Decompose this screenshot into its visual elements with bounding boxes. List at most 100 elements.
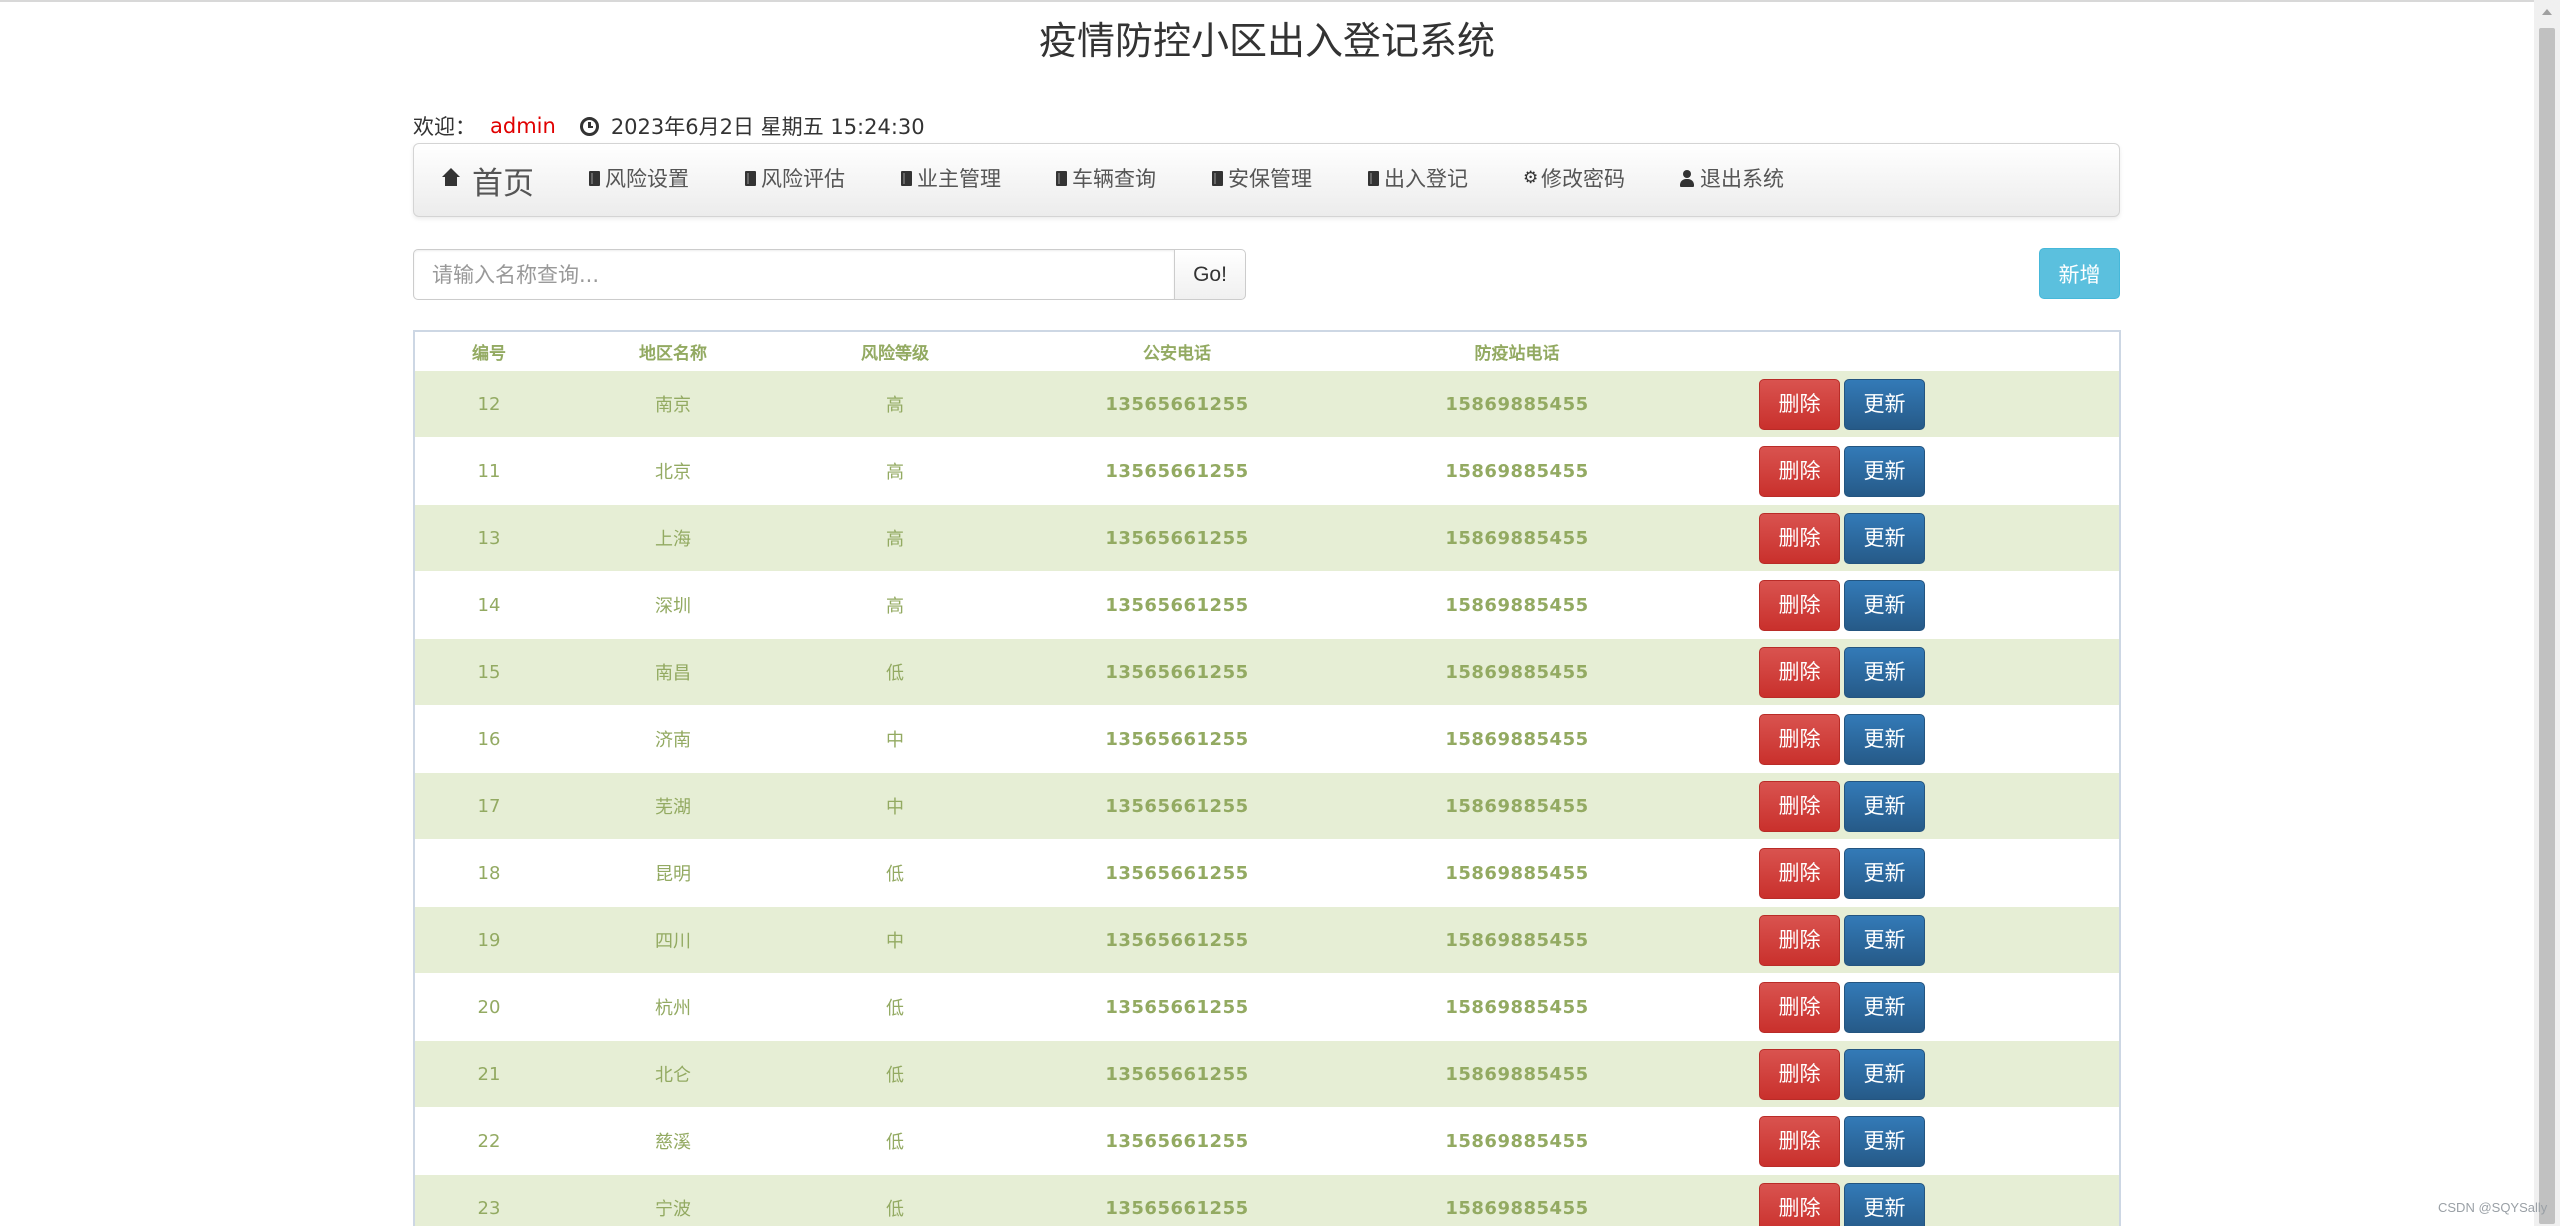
cell-station-phone: 15869885455 <box>1347 371 1687 438</box>
user-icon <box>1679 169 1695 187</box>
update-button[interactable]: 更新 <box>1844 1182 1925 1226</box>
delete-button[interactable]: 删除 <box>1759 847 1840 899</box>
delete-button[interactable]: 删除 <box>1759 713 1840 765</box>
nav-item-label: 退出系统 <box>1700 167 1784 191</box>
table-row: 20 杭州低 13565661255 15869885455 删除 更新 <box>415 973 2119 1041</box>
cell-actions: 删除 更新 <box>1687 1107 2119 1175</box>
delete-button[interactable]: 删除 <box>1759 646 1840 698</box>
clock-icon <box>579 116 599 136</box>
scrollbar-thumb[interactable] <box>2539 28 2555 1224</box>
update-button[interactable]: 更新 <box>1844 445 1925 497</box>
cell-id: 20 <box>415 973 563 1041</box>
delete-button[interactable]: 删除 <box>1759 981 1840 1033</box>
nav-item-vehicle-query[interactable]: 车辆查询 <box>1056 158 1156 198</box>
cell-risk-level: 低 <box>783 839 1007 907</box>
cell-region-name: 济南 <box>563 705 783 773</box>
book-icon <box>901 170 912 186</box>
cell-police-phone: 13565661255 <box>1007 1107 1347 1175</box>
cell-region-name: 芜湖 <box>563 772 783 840</box>
vertical-scrollbar[interactable] <box>2534 0 2560 1226</box>
cell-actions: 删除 更新 <box>1687 705 2119 773</box>
cell-police-phone: 13565661255 <box>1007 906 1347 974</box>
delete-button[interactable]: 删除 <box>1759 1182 1840 1226</box>
column-header-actions <box>1687 332 2119 371</box>
cell-actions: 删除 更新 <box>1687 504 2119 572</box>
cell-id: 11 <box>415 437 563 505</box>
nav-item-security-management[interactable]: 安保管理 <box>1212 158 1312 198</box>
cell-region-name: 宁波 <box>563 1174 783 1226</box>
welcome-username: admin <box>490 114 556 138</box>
table-row: 13 上海高 13565661255 15869885455 删除 更新 <box>415 504 2119 572</box>
main-navbar: 首页 风险设置 风险评估 业主管理 车辆查询 安保管理 出入登记 ⚙ 修改密码 … <box>413 143 2120 217</box>
cell-station-phone: 15869885455 <box>1347 504 1687 572</box>
delete-button[interactable]: 删除 <box>1759 378 1840 430</box>
delete-button[interactable]: 删除 <box>1759 512 1840 564</box>
cell-station-phone: 15869885455 <box>1347 1040 1687 1108</box>
scroll-up-arrow-icon[interactable] <box>2534 0 2560 26</box>
table-header-row: 编号 地区名称 风险等级 公安电话 防疫站电话 <box>415 332 2119 371</box>
update-button[interactable]: 更新 <box>1844 1115 1925 1167</box>
cell-id: 18 <box>415 839 563 907</box>
cell-id: 22 <box>415 1107 563 1175</box>
update-button[interactable]: 更新 <box>1844 378 1925 430</box>
cell-region-name: 杭州 <box>563 973 783 1041</box>
cell-risk-level: 高 <box>783 371 1007 438</box>
book-icon <box>1212 170 1223 186</box>
cell-risk-level: 高 <box>783 571 1007 639</box>
nav-item-risk-assessment[interactable]: 风险评估 <box>745 158 845 198</box>
welcome-label: 欢迎： <box>413 115 476 139</box>
update-button[interactable]: 更新 <box>1844 847 1925 899</box>
cell-police-phone: 13565661255 <box>1007 973 1347 1041</box>
update-button[interactable]: 更新 <box>1844 512 1925 564</box>
cell-risk-level: 低 <box>783 973 1007 1041</box>
table-row: 11 北京高 13565661255 15869885455 删除 更新 <box>415 437 2119 505</box>
nav-item-label: 风险评估 <box>761 167 845 191</box>
add-button[interactable]: 新增 <box>2039 248 2120 299</box>
update-button[interactable]: 更新 <box>1844 780 1925 832</box>
cell-police-phone: 13565661255 <box>1007 504 1347 572</box>
welcome-bar: 欢迎： admin 2023年6月2日 星期五 15:24:30 <box>413 112 925 140</box>
cell-actions: 删除 更新 <box>1687 1040 2119 1108</box>
nav-item-owner-management[interactable]: 业主管理 <box>901 158 1001 198</box>
cell-id: 14 <box>415 571 563 639</box>
search-input[interactable] <box>413 249 1175 300</box>
update-button[interactable]: 更新 <box>1844 981 1925 1033</box>
table-row: 22 慈溪低 13565661255 15869885455 删除 更新 <box>415 1107 2119 1175</box>
table-row: 17 芜湖中 13565661255 15869885455 删除 更新 <box>415 772 2119 840</box>
current-datetime: 2023年6月2日 星期五 15:24:30 <box>610 115 925 139</box>
update-button[interactable]: 更新 <box>1844 914 1925 966</box>
nav-item-change-password[interactable]: ⚙ 修改密码 <box>1523 158 1625 198</box>
update-button[interactable]: 更新 <box>1844 713 1925 765</box>
cell-region-name: 昆明 <box>563 839 783 907</box>
delete-button[interactable]: 删除 <box>1759 914 1840 966</box>
nav-item-logout[interactable]: 退出系统 <box>1679 158 1784 198</box>
nav-item-label: 安保管理 <box>1228 167 1312 191</box>
nav-item-entry-registration[interactable]: 出入登记 <box>1368 158 1468 198</box>
watermark: CSDN @SQYSally <box>2438 1200 2548 1215</box>
update-button[interactable]: 更新 <box>1844 1048 1925 1100</box>
delete-button[interactable]: 删除 <box>1759 445 1840 497</box>
cell-police-phone: 13565661255 <box>1007 772 1347 840</box>
cell-id: 16 <box>415 705 563 773</box>
nav-item-label: 出入登记 <box>1384 167 1468 191</box>
nav-home-link[interactable]: 首页 <box>442 158 534 202</box>
search-go-button[interactable]: Go! <box>1174 249 1246 300</box>
cell-police-phone: 13565661255 <box>1007 371 1347 438</box>
cell-region-name: 北仑 <box>563 1040 783 1108</box>
table-row: 12 南京高 13565661255 15869885455 删除 更新 <box>415 371 2119 438</box>
cell-id: 21 <box>415 1040 563 1108</box>
cell-station-phone: 15869885455 <box>1347 973 1687 1041</box>
delete-button[interactable]: 删除 <box>1759 1048 1840 1100</box>
cell-actions: 删除 更新 <box>1687 571 2119 639</box>
update-button[interactable]: 更新 <box>1844 646 1925 698</box>
cell-station-phone: 15869885455 <box>1347 1174 1687 1226</box>
cell-id: 19 <box>415 906 563 974</box>
cell-region-name: 南昌 <box>563 638 783 706</box>
delete-button[interactable]: 删除 <box>1759 780 1840 832</box>
update-button[interactable]: 更新 <box>1844 579 1925 631</box>
delete-button[interactable]: 删除 <box>1759 579 1840 631</box>
cell-region-name: 深圳 <box>563 571 783 639</box>
delete-button[interactable]: 删除 <box>1759 1115 1840 1167</box>
cell-station-phone: 15869885455 <box>1347 1107 1687 1175</box>
nav-item-risk-settings[interactable]: 风险设置 <box>589 158 689 198</box>
